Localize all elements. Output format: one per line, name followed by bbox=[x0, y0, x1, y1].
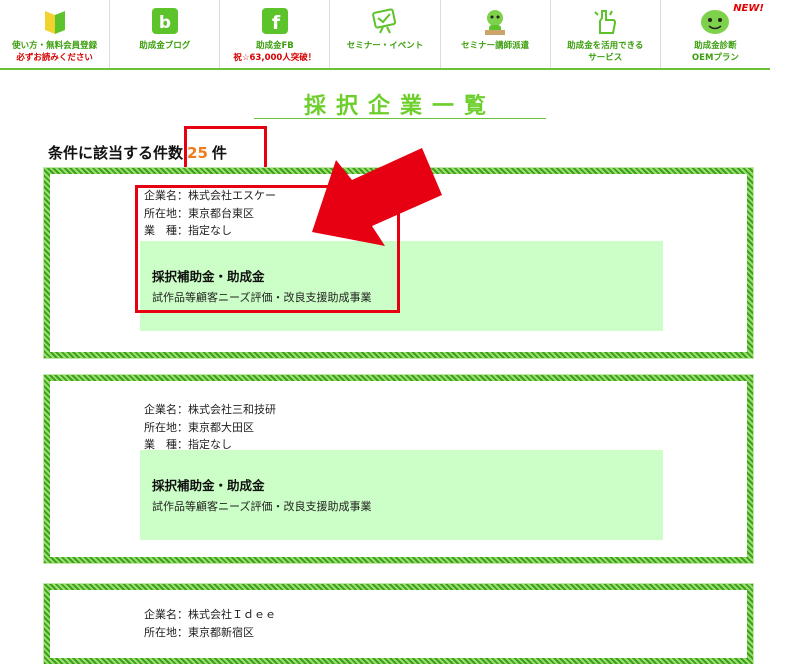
nav-label: 助成金診断 bbox=[694, 41, 737, 51]
company-info: 企業名：株式会社Ｉｄｅｅ 所在地：東京都新宿区 bbox=[144, 606, 276, 641]
svg-text:b: b bbox=[159, 13, 171, 33]
nav-label: 助成金ブログ bbox=[139, 41, 191, 51]
nav-item-facebook[interactable]: f 助成金FB 祝☆63,000人突破！ bbox=[220, 0, 331, 68]
nav-label: セミナー講師派遣 bbox=[461, 41, 530, 51]
company-name: 株式会社Ｉｄｅｅ bbox=[188, 608, 276, 621]
nav-label-sub: OEMプラン bbox=[691, 53, 739, 63]
company-label: 企業名： bbox=[144, 403, 188, 416]
top-nav: 使い方・無料会員登録 必ずお読みください b 助成金ブログ f 助成金FB 祝☆63… bbox=[0, 0, 770, 70]
subsidy-name: 試作品等顧客ニーズ評価・改良支援助成事業 bbox=[152, 500, 372, 513]
title-underline bbox=[254, 118, 546, 119]
nav-label: 使い方・無料会員登録 bbox=[12, 41, 98, 51]
company-name: 株式会社三和技研 bbox=[188, 403, 276, 416]
facebook-icon: f bbox=[261, 8, 288, 38]
nav-label-sub: サービス bbox=[588, 53, 623, 63]
nav-item-blog[interactable]: b 助成金ブログ bbox=[110, 0, 221, 68]
location-label: 所在地： bbox=[144, 625, 188, 639]
thumbs-up-icon bbox=[592, 8, 618, 40]
nav-item-seminar[interactable]: セミナー・イベント bbox=[330, 0, 441, 68]
count-prefix: 条件に該当する件数 bbox=[48, 144, 184, 162]
nav-label: 助成金FB bbox=[255, 41, 294, 51]
company-label: 企業名： bbox=[144, 608, 188, 621]
new-badge: NEW! bbox=[733, 3, 764, 14]
nav-item-oem[interactable]: NEW! 助成金診断 OEMプラン bbox=[661, 0, 770, 68]
subsidy-box: 採択補助金・助成金 試作品等顧客ニーズ評価・改良支援助成事業 bbox=[140, 450, 663, 540]
svg-text:f: f bbox=[272, 12, 281, 34]
nav-item-guide[interactable]: 使い方・無料会員登録 必ずお読みください bbox=[0, 0, 111, 68]
nav-item-lecturer[interactable]: セミナー講師派遣 bbox=[441, 0, 551, 68]
page-title: 採択企業一覧 bbox=[303, 94, 496, 119]
beginner-mark-icon bbox=[43, 8, 67, 40]
nav-label: セミナー・イベント bbox=[346, 41, 424, 51]
count-highlight-box bbox=[184, 126, 267, 174]
company-highlight-box bbox=[135, 185, 400, 313]
nav-label-sub: 必ずお読みください bbox=[16, 53, 93, 63]
company-location: 東京都大田区 bbox=[188, 420, 254, 434]
location-label: 所在地： bbox=[144, 420, 188, 434]
company-card: 企業名：株式会社三和技研 所在地：東京都大田区 業 種：指定なし 採択補助金・助… bbox=[43, 374, 754, 564]
mascot-diagnosis-icon bbox=[699, 8, 731, 40]
subsidy-heading: 採択補助金・助成金 bbox=[152, 478, 265, 493]
company-card: 企業名：株式会社Ｉｄｅｅ 所在地：東京都新宿区 bbox=[43, 583, 754, 664]
seminar-board-icon bbox=[371, 8, 399, 38]
blog-icon: b bbox=[151, 8, 178, 38]
company-info: 企業名：株式会社三和技研 所在地：東京都大田区 業 種：指定なし bbox=[144, 401, 276, 454]
company-location: 東京都新宿区 bbox=[188, 625, 254, 639]
nav-label: 助成金を活用できる bbox=[567, 41, 644, 51]
nav-item-services[interactable]: 助成金を活用できる サービス bbox=[551, 0, 661, 68]
lecturer-mascot-icon bbox=[481, 8, 509, 42]
nav-label-sub: 祝☆63,000人突破！ bbox=[233, 53, 317, 63]
